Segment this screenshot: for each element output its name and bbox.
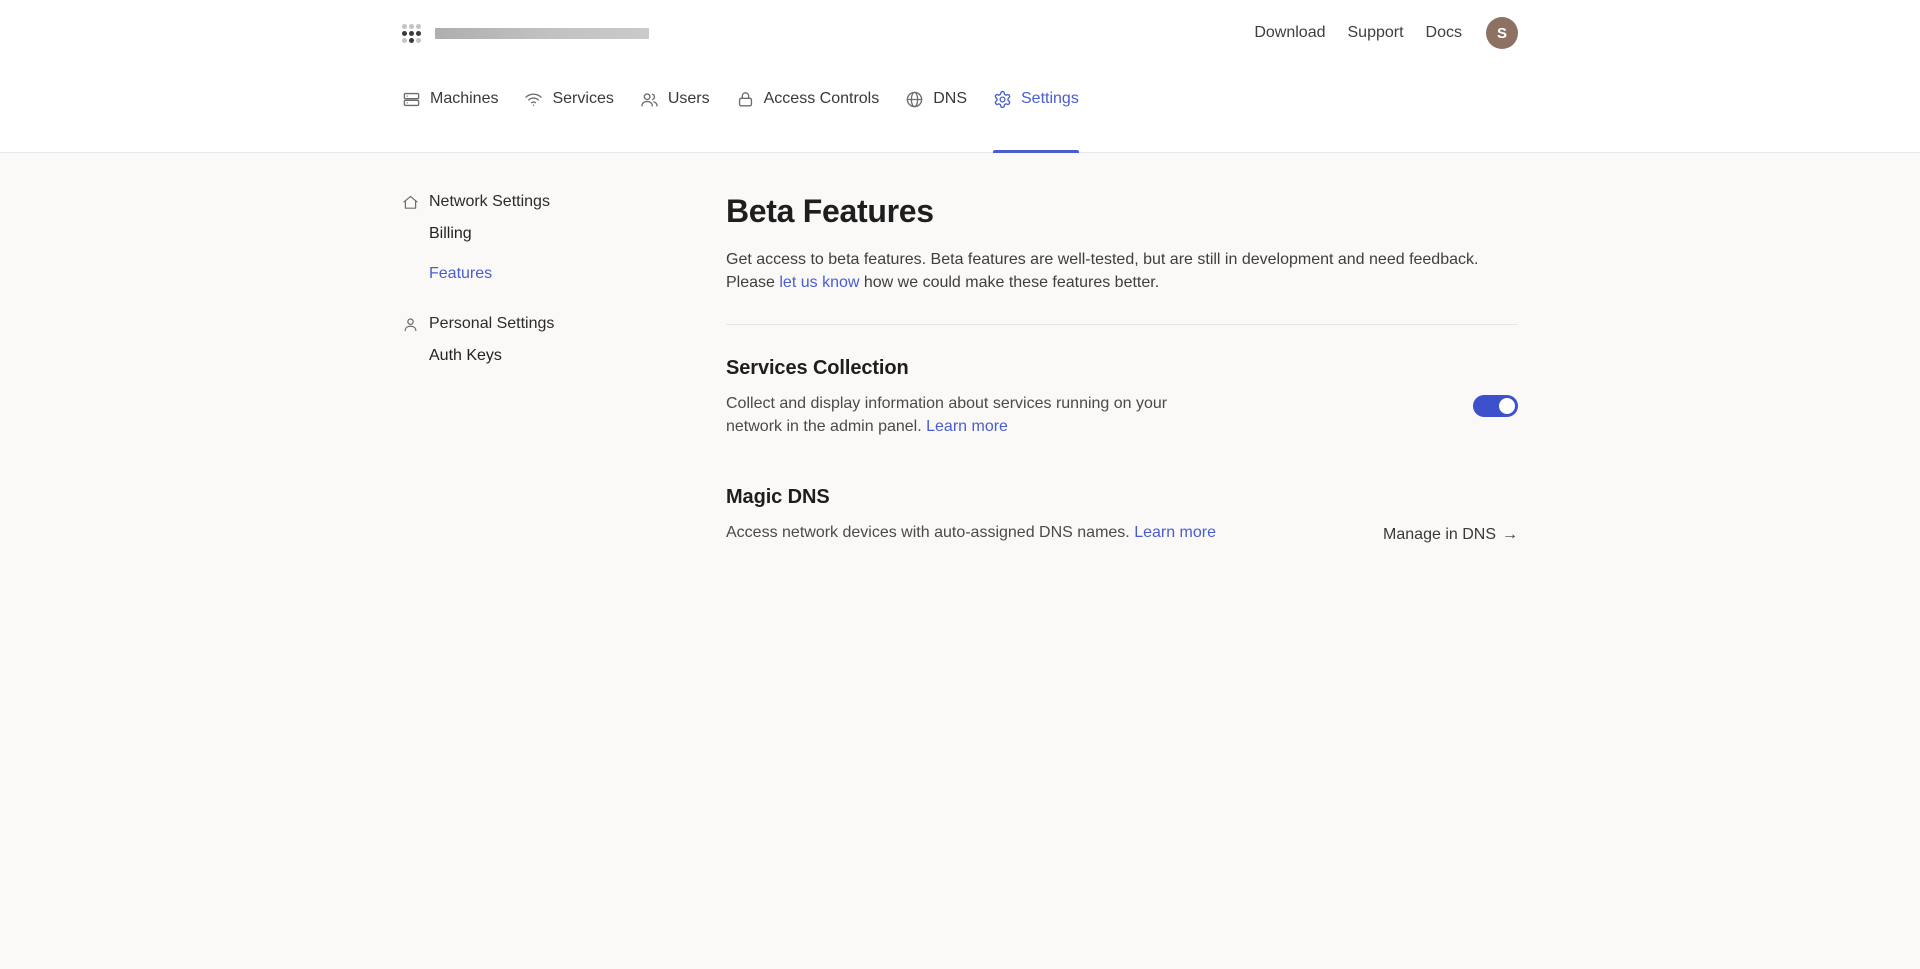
- tab-services[interactable]: Services: [524, 66, 613, 152]
- feature-description-text: Access network devices with auto-assigne…: [726, 524, 1134, 541]
- feature-services-collection: Services Collection Collect and display …: [726, 357, 1518, 438]
- sidebar-item-network-settings[interactable]: Network Settings: [402, 193, 726, 211]
- manage-in-dns-link[interactable]: Manage in DNS →: [1383, 526, 1518, 544]
- person-icon: [402, 316, 419, 333]
- manage-in-dns-label: Manage in DNS: [1383, 526, 1496, 544]
- support-link[interactable]: Support: [1348, 24, 1404, 42]
- content: Network Settings Billing Features Person…: [402, 153, 1518, 544]
- page-title: Beta Features: [726, 193, 1518, 230]
- tab-label: Machines: [430, 90, 498, 108]
- avatar-initial: S: [1497, 25, 1507, 42]
- settings-sidebar: Network Settings Billing Features Person…: [402, 193, 726, 544]
- feature-title: Services Collection: [726, 357, 1198, 380]
- tab-users[interactable]: Users: [640, 66, 710, 152]
- sidebar-item-personal-settings[interactable]: Personal Settings: [402, 315, 726, 333]
- tab-machines[interactable]: Machines: [402, 66, 498, 152]
- feature-text: Magic DNS Access network devices with au…: [726, 486, 1216, 544]
- tab-label: Settings: [1021, 90, 1079, 108]
- users-icon: [640, 90, 659, 109]
- sidebar-item-features[interactable]: Features: [402, 265, 726, 283]
- wifi-icon: [524, 90, 543, 109]
- intro-text: Get access to beta features. Beta featur…: [726, 248, 1518, 294]
- tab-label: Services: [552, 90, 613, 108]
- machines-icon: [402, 90, 421, 109]
- feature-title: Magic DNS: [726, 486, 1216, 509]
- tab-label: Users: [668, 90, 710, 108]
- toggle-knob: [1499, 398, 1515, 414]
- page: Download Support Docs S Machines Service…: [0, 0, 1920, 969]
- sidebar-section-network-settings: Network Settings Billing Features: [402, 193, 726, 283]
- tab-dns[interactable]: DNS: [905, 66, 967, 152]
- tab-label: DNS: [933, 90, 967, 108]
- primary-nav: Machines Services Users Access Controls …: [402, 66, 1518, 152]
- tailscale-logo-icon: [402, 24, 421, 43]
- home-icon: [402, 194, 419, 211]
- arrow-right-icon: →: [1502, 526, 1518, 544]
- lock-icon: [736, 90, 755, 109]
- user-avatar[interactable]: S: [1486, 17, 1518, 49]
- top-header: Download Support Docs S Machines Service…: [0, 0, 1920, 153]
- gear-icon: [993, 90, 1012, 109]
- main-panel: Beta Features Get access to beta feature…: [726, 193, 1518, 544]
- header-links: Download Support Docs S: [1254, 17, 1518, 49]
- learn-more-link-magic-dns[interactable]: Learn more: [1134, 524, 1216, 541]
- globe-icon: [905, 90, 924, 109]
- docs-link[interactable]: Docs: [1426, 24, 1462, 42]
- brand-home-link[interactable]: [402, 24, 649, 43]
- sidebar-item-auth-keys[interactable]: Auth Keys: [402, 347, 726, 365]
- tab-label: Access Controls: [764, 90, 880, 108]
- org-name-redacted: [435, 28, 649, 39]
- intro-after: how we could make these features better.: [859, 274, 1159, 291]
- let-us-know-link[interactable]: let us know: [779, 274, 859, 291]
- feature-description: Access network devices with auto-assigne…: [726, 521, 1216, 544]
- services-collection-toggle[interactable]: [1473, 395, 1518, 417]
- feature-text: Services Collection Collect and display …: [726, 357, 1198, 438]
- sidebar-section-label: Personal Settings: [429, 315, 554, 333]
- sidebar-section-label: Network Settings: [429, 193, 550, 211]
- tab-access-controls[interactable]: Access Controls: [736, 66, 880, 152]
- learn-more-link-services[interactable]: Learn more: [926, 418, 1008, 435]
- sidebar-item-billing[interactable]: Billing: [402, 225, 726, 243]
- feature-description: Collect and display information about se…: [726, 392, 1198, 438]
- download-link[interactable]: Download: [1254, 24, 1325, 42]
- tab-settings[interactable]: Settings: [993, 66, 1079, 152]
- sidebar-section-personal-settings: Personal Settings Auth Keys: [402, 315, 726, 365]
- section-divider: [726, 324, 1518, 325]
- feature-magic-dns: Magic DNS Access network devices with au…: [726, 486, 1518, 544]
